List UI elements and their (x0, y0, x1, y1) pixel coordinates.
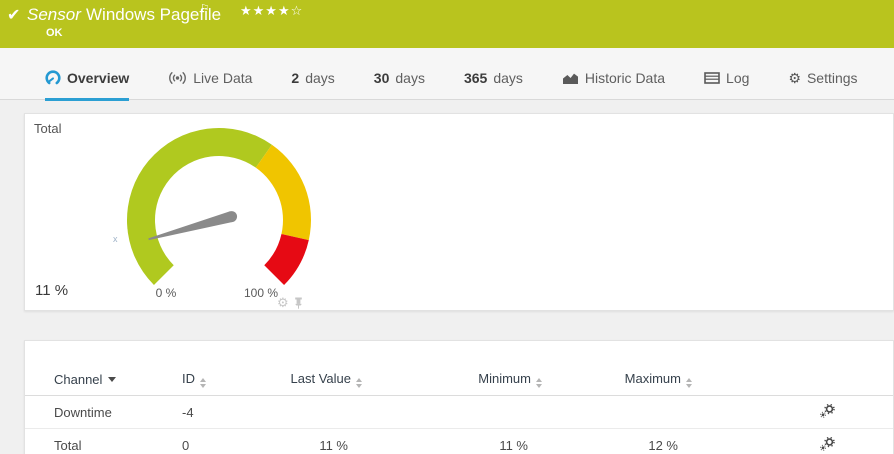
channel-last-value (277, 396, 362, 429)
channel-settings-icon[interactable] (820, 404, 835, 418)
table-row[interactable]: Downtime -4 (25, 396, 893, 429)
sort-icon (356, 378, 362, 388)
gauge-panel: Total x 0 % 100 % 11 % ⚙ (24, 113, 894, 311)
column-header-maximum[interactable]: Maximum (542, 341, 692, 396)
channel-minimum: 11 % (362, 429, 542, 454)
tab-label: days (395, 70, 425, 86)
tab-label: Live Data (193, 70, 252, 86)
sort-icon (686, 378, 692, 388)
column-header-last-value[interactable]: Last Value (277, 341, 362, 396)
tab-bar: Overview Live Data 2 days 30 days 365 da… (0, 48, 894, 100)
channel-name: Downtime (25, 396, 182, 429)
panel-pin-icon[interactable] (294, 297, 303, 309)
gauge-min-label: 0 % (156, 286, 177, 300)
flag-icon[interactable]: ⚐ (200, 2, 210, 15)
sensor-kind-label: Sensor (27, 5, 81, 25)
log-icon (704, 72, 720, 84)
tab-30-days[interactable]: 30 days (374, 70, 425, 101)
tab-label: days (305, 70, 335, 86)
gauge-needle (148, 211, 233, 240)
channel-name: Total (25, 429, 182, 454)
channel-settings-icon[interactable] (820, 437, 835, 451)
gauge-current-value: 11 % (35, 282, 68, 299)
tab-label: Log (726, 70, 749, 86)
settings-gear-icon: ⚙ (788, 71, 801, 85)
gauge-icon (45, 70, 61, 86)
column-header-channel[interactable]: Channel (25, 341, 182, 396)
live-data-icon (168, 71, 187, 85)
gauge-max-label: 100 % (244, 286, 278, 300)
gauge-needle-hub (226, 211, 237, 222)
sort-icon (536, 378, 542, 388)
column-header-minimum[interactable]: Minimum (362, 341, 542, 396)
channel-minimum (362, 396, 542, 429)
status-badge: OK (46, 27, 63, 39)
tab-overview[interactable]: Overview (45, 70, 129, 101)
tab-live-data[interactable]: Live Data (168, 70, 252, 101)
tab-label: days (493, 70, 523, 86)
channel-maximum (542, 396, 692, 429)
column-header-id[interactable]: ID (182, 341, 277, 396)
sort-icon (200, 378, 206, 388)
sensor-header: ✔ Sensor Windows Pagefile ⚐ ★★★★☆ OK (0, 0, 894, 48)
tab-label: Historic Data (585, 70, 665, 86)
gauge-segment (127, 128, 272, 285)
channel-id: 0 (182, 429, 277, 454)
gauge-channel-title: Total (34, 121, 61, 136)
tab-label: Settings (807, 70, 858, 86)
tab-label: Overview (67, 70, 129, 86)
tab-log[interactable]: Log (704, 70, 749, 101)
tab-historic-data[interactable]: Historic Data (562, 70, 665, 101)
channel-last-value: 11 % (277, 429, 362, 454)
priority-stars[interactable]: ★★★★☆ (240, 3, 303, 19)
gauge-tip-marker: x (113, 234, 118, 244)
channel-id: -4 (182, 396, 277, 429)
total-gauge: x (109, 114, 329, 306)
tab-settings[interactable]: ⚙ Settings (788, 70, 857, 101)
historic-data-icon (562, 72, 579, 85)
status-ok-check-icon: ✔ (7, 5, 20, 25)
channel-maximum: 12 % (542, 429, 692, 454)
panel-gear-icon[interactable]: ⚙ (277, 296, 289, 309)
gauge-segment (264, 234, 309, 285)
gauge-segment (256, 145, 311, 240)
channels-panel: Channel ID Last Value Minimum Maximum (24, 340, 894, 454)
tab-2-days[interactable]: 2 days (291, 70, 334, 101)
channels-table: Channel ID Last Value Minimum Maximum (25, 341, 893, 454)
tab-365-days[interactable]: 365 days (464, 70, 523, 101)
table-row[interactable]: Total 0 11 % 11 % 12 % (25, 429, 893, 454)
sort-desc-icon (108, 377, 116, 382)
